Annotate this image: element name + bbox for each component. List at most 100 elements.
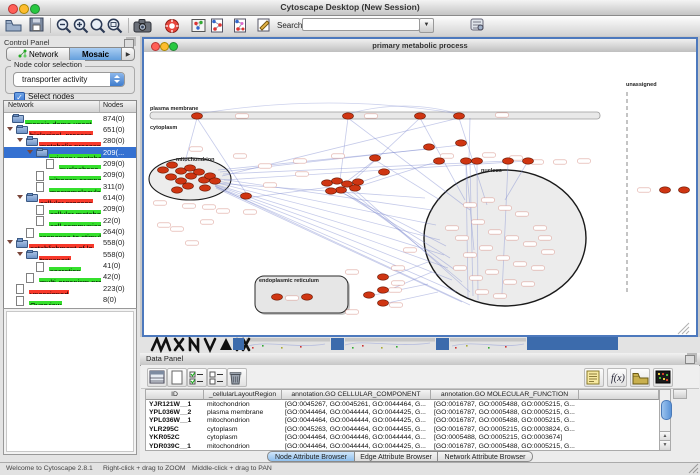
gene-node[interactable] [343,113,354,119]
table-cell[interactable]: mitochondrion [204,417,282,425]
search-settings-icon[interactable] [470,17,485,35]
edge[interactable] [360,161,439,186]
background-window-titlebar[interactable] [345,338,435,342]
gene-node[interactable] [660,187,671,193]
canvas-resize-grip[interactable] [678,323,689,334]
gene-node[interactable] [378,287,389,293]
edge[interactable] [383,292,438,304]
zoom-in-icon[interactable] [72,17,90,35]
gene-node[interactable] [424,144,435,150]
tree-row[interactable]: cellular metabol209(0) [4,203,136,214]
tab-overflow-arrow[interactable]: ▶ [121,47,135,61]
gene-node[interactable] [241,193,252,199]
edge[interactable] [348,118,470,210]
open-session-icon[interactable] [5,17,22,35]
snapshot-camera-icon[interactable] [133,18,152,36]
table-cell[interactable]: cytoplasm [204,434,282,442]
gene-node[interactable] [183,183,194,189]
gene-node[interactable] [461,158,472,164]
gene-node[interactable] [194,169,205,175]
gene-node[interactable] [210,178,221,184]
gene-node[interactable] [503,158,514,164]
table-cell[interactable]: [GO:0005488, GO:0005215, GO:0003674] [431,434,579,442]
table-cell[interactable]: YPL036W__1 [146,417,204,425]
formula-fx-icon[interactable]: f(x) [607,368,627,387]
gene-node[interactable] [379,169,390,175]
gene-node[interactable] [185,165,196,171]
expander-icon[interactable] [17,252,23,256]
table-cell[interactable]: YKR052C [146,434,204,442]
tree-row[interactable]: response to stimulu264(0) [4,226,136,237]
table-column-header[interactable]: _cellularLayoutRegion [204,390,282,400]
table-cell[interactable]: plasma membrane [204,409,282,417]
background-window-titlebar[interactable] [246,338,330,342]
import-attributes-icon[interactable] [630,368,650,387]
edge[interactable] [340,118,348,180]
gene-node[interactable] [322,180,333,186]
table-cell[interactable]: YDR039C__1 [146,443,204,451]
gene-node[interactable] [378,274,389,280]
edge[interactable] [469,118,470,160]
table-cell[interactable]: YLR295C [146,426,204,434]
tree-row[interactable]: biological_process651(0) [4,124,136,135]
zoom-out-icon[interactable] [55,17,73,35]
select-attributes-icon[interactable] [187,368,207,387]
background-window-edge[interactable] [436,338,449,350]
network-view-window[interactable]: primary metabolic process plasma membran… [142,37,698,337]
edge[interactable] [215,186,452,280]
node-color-dropdown[interactable]: transporter activity [13,72,125,87]
gene-node[interactable] [456,140,467,146]
table-cell[interactable]: [GO:0016787, GO:0005488, GO:0005215, G..… [431,417,579,425]
table-cell[interactable]: [GO:0016787, GO:0005488, GO:0005215, G..… [431,443,579,451]
expander-icon[interactable] [17,138,23,142]
table-scrollbar[interactable]: ▲ ▼ [659,389,671,451]
tab-network[interactable]: Network [6,47,70,61]
annotation-icon[interactable] [256,17,272,35]
table-cell[interactable]: [GO:0016787, GO:0005488, GO:0005215, G..… [431,409,579,417]
tab-edge-attribute-browser[interactable]: Edge Attribute Browser [354,451,438,462]
table-cell[interactable]: [GO:0045267, GO:0045261, GO:0044464, G..… [282,401,431,409]
zoom-fit-icon[interactable] [106,17,124,35]
table-cell[interactable]: [GO:0016787, GO:0005488, GO:0005215, G..… [431,401,579,409]
gene-node[interactable] [415,113,426,119]
gene-node[interactable] [353,179,364,185]
table-cell[interactable]: [GO:0016787, GO:0005215, GO:0003824, G..… [431,426,579,434]
attribute-matrix-icon[interactable] [653,368,673,387]
apply-visual-style-icon[interactable] [209,17,225,35]
attribute-table-icon[interactable] [147,368,167,387]
table-cell[interactable]: [GO:0044464, GO:0044446, GO:0044444, G..… [282,434,431,442]
tree-row[interactable]: unassigned223(0) [4,283,136,294]
edge[interactable] [218,149,429,170]
search-input[interactable] [302,18,420,31]
tab-mosaic[interactable]: Mosaic [69,47,122,61]
tree-row[interactable]: mosaic-demo-yeast874(0) [4,113,136,124]
table-corner-button[interactable] [673,389,687,399]
table-cell[interactable]: YJR121W__1 [146,401,204,409]
birds-eye-view[interactable] [3,308,137,455]
gene-node[interactable] [434,158,445,164]
delete-attribute-icon[interactable] [227,368,247,387]
gene-node[interactable] [370,155,381,161]
zoom-selected-icon[interactable] [89,17,107,35]
network-canvas[interactable]: plasma membranecytoplasmmitochondrionnuc… [144,52,696,335]
gene-node[interactable] [200,185,211,191]
gene-node[interactable] [523,158,534,164]
gene-node[interactable] [166,174,177,180]
tree-row[interactable]: establishment of lo558(0) [4,237,136,248]
expander-icon[interactable] [7,127,13,131]
background-window-edge[interactable] [527,337,618,350]
expander-icon[interactable] [27,150,33,154]
gene-node[interactable] [302,294,313,300]
tree-row[interactable]: secretion41(0) [4,260,136,271]
gene-node[interactable] [350,185,361,191]
gene-node[interactable] [378,300,389,306]
network-window-titlebar[interactable]: primary metabolic process [144,39,696,53]
expander-icon[interactable] [17,195,23,199]
tree-row[interactable]: nitrogen compo209(0) [4,169,136,180]
table-column-header[interactable]: annotation.GO CELLULAR_COMPONENT [282,390,431,400]
search-combo-arrow-icon[interactable]: ▼ [419,18,434,33]
layout-icon[interactable] [191,18,206,36]
gene-node[interactable] [454,113,465,119]
background-window-edge[interactable] [331,338,344,350]
table-cell[interactable]: [GO:0045263, GO:0044464, GO:0044455, G..… [282,426,431,434]
